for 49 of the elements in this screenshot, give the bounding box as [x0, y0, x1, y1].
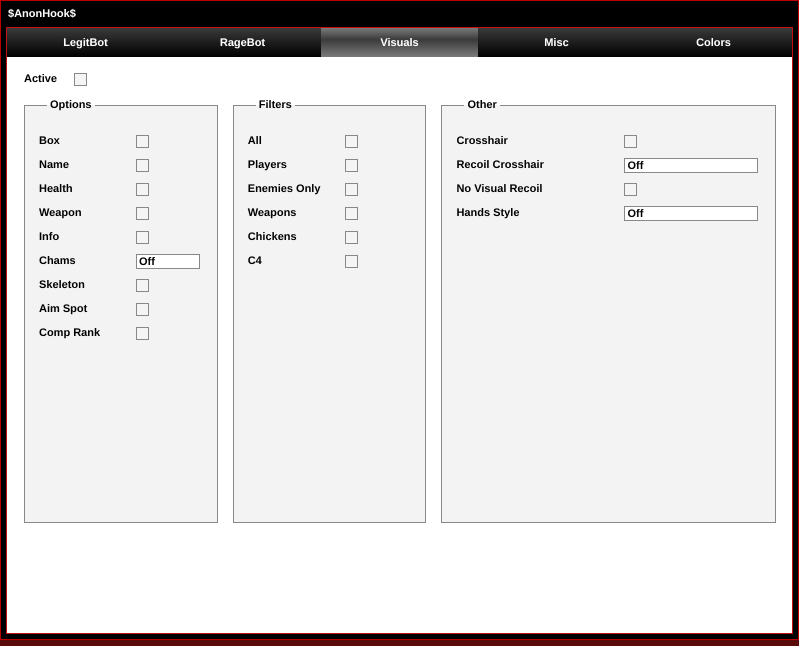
- option-label: Comp Rank: [39, 327, 102, 339]
- checkbox[interactable]: [136, 134, 149, 148]
- checkbox[interactable]: [344, 230, 358, 244]
- option-label: Chickens: [248, 231, 298, 243]
- checkbox[interactable]: [624, 134, 638, 148]
- dropdown[interactable]: Off: [136, 254, 200, 268]
- tab[interactable]: RageBot: [164, 28, 321, 57]
- dropdown[interactable]: Off: [624, 206, 758, 220]
- dropdown[interactable]: Off: [624, 158, 758, 172]
- option-label: Players: [248, 159, 288, 171]
- option-label: Enemies Only: [248, 183, 322, 195]
- window-title: $AnonHook$: [8, 8, 76, 20]
- option-label: Chams: [39, 255, 77, 267]
- tab[interactable]: LegitBot: [7, 28, 164, 57]
- checkbox[interactable]: [136, 182, 149, 196]
- checkbox[interactable]: [344, 254, 358, 268]
- option-label: Skeleton: [39, 279, 86, 291]
- tab[interactable]: Colors: [635, 28, 792, 57]
- checkbox[interactable]: [624, 182, 638, 196]
- option-label: All: [248, 135, 263, 147]
- checkbox[interactable]: [344, 158, 358, 172]
- option-label: No Visual Recoil: [456, 183, 544, 195]
- option-label: C4: [248, 255, 263, 267]
- checkbox[interactable]: [136, 158, 149, 172]
- option-label: Crosshair: [456, 135, 509, 147]
- group-title: Options: [49, 99, 93, 111]
- tab[interactable]: Visuals: [321, 28, 478, 57]
- group-title: Filters: [258, 99, 293, 111]
- checkbox[interactable]: [136, 302, 149, 316]
- group-title: Other: [466, 99, 498, 111]
- checkbox[interactable]: [74, 72, 88, 86]
- checkbox[interactable]: [136, 326, 149, 340]
- checkbox[interactable]: [136, 278, 149, 292]
- option-label: Box: [39, 135, 61, 147]
- active-label: Active: [24, 73, 58, 85]
- checkbox[interactable]: [344, 134, 358, 148]
- option-label: Weapon: [39, 207, 83, 219]
- checkbox[interactable]: [136, 230, 149, 244]
- option-label: Aim Spot: [39, 303, 88, 315]
- option-label: Name: [39, 159, 70, 171]
- option-label: Hands Style: [456, 207, 520, 219]
- checkbox[interactable]: [344, 206, 358, 220]
- option-label: Recoil Crosshair: [456, 159, 545, 171]
- checkbox[interactable]: [344, 182, 358, 196]
- option-label: Health: [39, 183, 74, 195]
- checkbox[interactable]: [136, 206, 149, 220]
- tab[interactable]: Misc: [478, 28, 635, 57]
- option-label: Info: [39, 231, 60, 243]
- option-label: Weapons: [248, 207, 298, 219]
